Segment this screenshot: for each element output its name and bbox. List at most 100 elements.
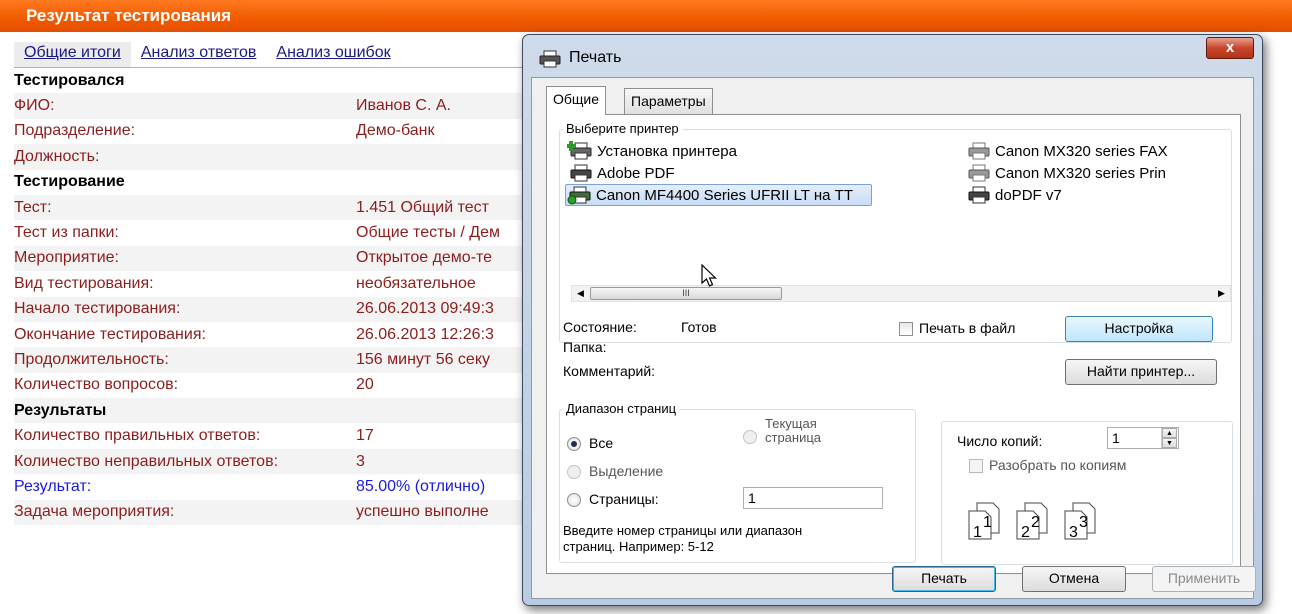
range-selection-label: Выделение (589, 463, 664, 479)
settings-button[interactable]: Настройка (1065, 316, 1213, 342)
folder-label: Папка: (563, 339, 607, 355)
cancel-button[interactable]: Отмена (1022, 566, 1126, 592)
row-value: необязательное (356, 274, 476, 292)
add-printer-icon (567, 141, 592, 160)
row-value: Общие тесты / Дем (356, 224, 500, 242)
tab-general[interactable]: Общие (546, 86, 607, 115)
scrollbar-thumb[interactable]: III (590, 287, 782, 300)
row-label: Тестировался (14, 71, 125, 89)
printer-item-canon-mx320-fax[interactable]: Canon MX320 series FAX (965, 140, 1168, 162)
spin-down-icon[interactable]: ▼ (1162, 438, 1177, 448)
range-current-page-radio[interactable] (743, 430, 757, 444)
apply-button[interactable]: Применить (1152, 566, 1256, 592)
copies-spinner[interactable]: ▲ ▼ (1161, 428, 1177, 448)
collate-checkbox[interactable] (969, 459, 983, 473)
scroll-right-icon[interactable]: ▶ (1213, 286, 1230, 301)
printer-item-canon-mx320-print[interactable]: Canon MX320 series Prin (965, 162, 1166, 184)
status-label: Состояние: (563, 319, 637, 335)
range-pages-label: Страницы: (589, 491, 659, 507)
copies-label: Число копий: (957, 433, 1043, 449)
tab-parameters[interactable]: Параметры (624, 88, 713, 114)
range-pages-radio[interactable] (567, 493, 581, 507)
row-value: 1.451 Общий тест (356, 198, 489, 216)
print-to-file-label: Печать в файл (919, 320, 1016, 336)
printer-icon (570, 164, 592, 182)
row-label: Результат: (14, 477, 92, 495)
row-label: Тестирование (14, 173, 125, 191)
section-header: Тестировался (14, 68, 524, 93)
result-row: Количество правильных ответов: 17 (14, 423, 524, 448)
result-row: Тест из папки: Общие тесты / Дем (14, 220, 524, 245)
row-value: Демо-банк (356, 122, 435, 140)
collate-number: 1 (983, 514, 992, 531)
row-value: 26.06.2013 12:26:3 (356, 325, 494, 343)
range-all-label: Все (589, 435, 614, 451)
printer-icon (968, 142, 990, 160)
result-row: ФИО: Иванов С. А. (14, 93, 524, 119)
range-current-page-label: Текущая (765, 416, 817, 431)
default-printer-icon (567, 186, 591, 205)
row-value: 156 минут 56 секу (356, 350, 491, 368)
row-value: 20 (356, 376, 374, 394)
printer-label: doPDF v7 (995, 186, 1062, 204)
result-row: Должность: (14, 144, 524, 170)
tab-answers-analysis[interactable]: Анализ ответов (131, 42, 267, 67)
result-tabs: Общие итоги Анализ ответов Анализ ошибок (14, 42, 401, 67)
printer-label: Canon MX320 series Prin (995, 164, 1166, 182)
result-row: Результат: 85.00% (отлично) (14, 474, 524, 499)
mouse-cursor-icon (701, 264, 717, 287)
row-label: Тест из папки: (14, 224, 119, 242)
row-value: 17 (356, 427, 374, 445)
row-label: Количество вопросов: (14, 376, 179, 394)
row-label: Количество правильных ответов: (14, 427, 261, 445)
collate-stack-3: 3 3 (1064, 502, 1096, 541)
collate-number: 3 (1069, 524, 1078, 541)
result-row: Количество вопросов: 20 (14, 373, 524, 398)
printer-item-adobe-pdf[interactable]: Adobe PDF (567, 162, 675, 184)
printer-item-dopdf[interactable]: doPDF v7 (965, 184, 1062, 206)
result-row: Задача мероприятия: успешно выполне (14, 499, 524, 526)
dialog-titlebar[interactable]: Печать x (523, 35, 1262, 77)
close-button[interactable]: x (1206, 37, 1254, 59)
printer-item-canon-mf4400[interactable]: Canon MF4400 Series UFRII LT на TT (565, 184, 872, 206)
printer-icon (539, 50, 561, 68)
row-label: Подразделение: (14, 122, 136, 140)
row-label: Должность: (14, 147, 100, 165)
row-value: Открытое демо-те (356, 249, 493, 267)
row-label: Тест: (14, 198, 52, 216)
pages-input[interactable]: 1 (743, 487, 883, 509)
print-dialog: Печать x Общие Параметры Выберите принте… (522, 34, 1263, 606)
collate-number: 1 (973, 524, 982, 541)
select-printer-label: Выберите принтер (563, 121, 682, 136)
collate-stack-1: 1 1 (968, 502, 1000, 541)
row-label: Количество неправильных ответов: (14, 452, 279, 470)
tab-summary[interactable]: Общие итоги (14, 42, 131, 67)
print-to-file-checkbox[interactable] (899, 322, 913, 336)
result-row: Начало тестирования: 26.06.2013 09:49:3 (14, 296, 524, 322)
spin-up-icon[interactable]: ▲ (1162, 428, 1177, 438)
printer-item-add[interactable]: Установка принтера (567, 140, 737, 162)
section-header: Тестирование (14, 170, 524, 195)
scroll-left-icon[interactable]: ◀ (572, 286, 589, 301)
collate-number: 3 (1079, 514, 1088, 531)
printer-list-scrollbar[interactable]: ◀ III ▶ (571, 285, 1231, 302)
row-label: Продолжительность: (14, 350, 169, 368)
printer-icon (968, 186, 990, 204)
range-all-radio[interactable] (567, 437, 581, 451)
result-row: Мероприятие: Открытое демо-те (14, 245, 524, 272)
find-printer-button[interactable]: Найти принтер... (1065, 359, 1217, 385)
result-row: Вид тестирования: необязательное (14, 271, 524, 296)
row-label: Мероприятие: (14, 249, 119, 267)
result-title: Результат тестирования (26, 6, 232, 25)
row-value: 26.06.2013 09:49:3 (356, 300, 494, 318)
collate-label: Разобрать по копиям (989, 457, 1127, 473)
comment-label: Комментарий: (563, 363, 656, 379)
range-current-page-label-2: страница (765, 430, 822, 445)
tab-errors-analysis[interactable]: Анализ ошибок (266, 42, 400, 67)
print-button[interactable]: Печать (892, 566, 996, 592)
copies-value: 1 (1112, 430, 1120, 446)
range-selection-radio[interactable] (567, 465, 581, 479)
row-label: Окончание тестирования: (14, 325, 206, 343)
collate-stack-2: 2 2 (1016, 502, 1048, 541)
dialog-title: Печать (569, 49, 622, 66)
